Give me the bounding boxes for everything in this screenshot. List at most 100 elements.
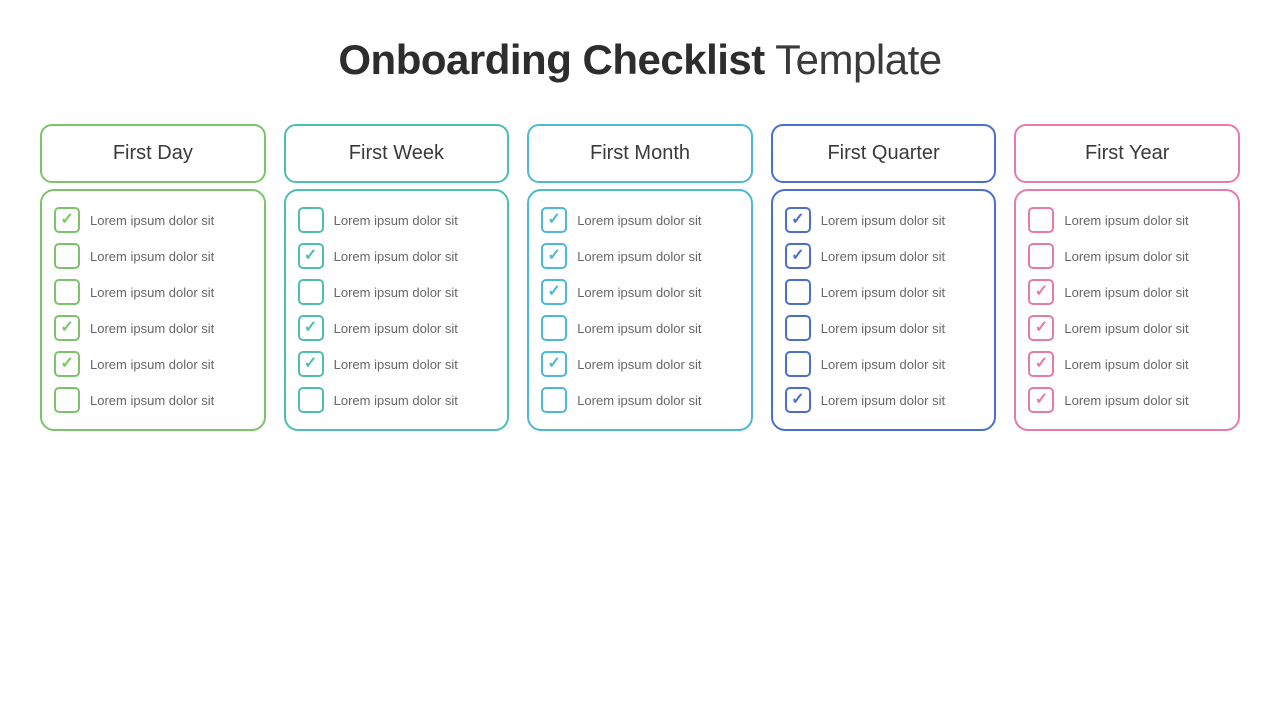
checkbox[interactable]: ✓ bbox=[54, 315, 80, 341]
item-text: Lorem ipsum dolor sit bbox=[1064, 321, 1188, 336]
header-first-day: First Day bbox=[40, 124, 266, 183]
checkbox[interactable]: ✓ bbox=[298, 387, 324, 413]
item-text: Lorem ipsum dolor sit bbox=[821, 321, 945, 336]
list-item[interactable]: ✓ Lorem ipsum dolor sit bbox=[785, 351, 983, 377]
item-text: Lorem ipsum dolor sit bbox=[821, 213, 945, 228]
checkbox[interactable]: ✓ bbox=[1028, 351, 1054, 377]
checkmark-icon: ✓ bbox=[304, 248, 317, 264]
checkbox[interactable]: ✓ bbox=[541, 279, 567, 305]
item-text: Lorem ipsum dolor sit bbox=[577, 249, 701, 264]
checkmark-icon: ✓ bbox=[1035, 284, 1048, 300]
checkbox[interactable]: ✓ bbox=[1028, 387, 1054, 413]
list-item[interactable]: ✓ Lorem ipsum dolor sit bbox=[785, 315, 983, 341]
list-item[interactable]: ✓ Lorem ipsum dolor sit bbox=[1028, 387, 1226, 413]
checkbox[interactable]: ✓ bbox=[1028, 279, 1054, 305]
checkbox[interactable]: ✓ bbox=[541, 351, 567, 377]
list-item[interactable]: ✓Lorem ipsum dolor sit bbox=[54, 243, 252, 269]
checkbox[interactable]: ✓ bbox=[1028, 207, 1054, 233]
checkbox[interactable]: ✓ bbox=[298, 207, 324, 233]
checkmark-icon: ✓ bbox=[791, 212, 804, 228]
item-text: Lorem ipsum dolor sit bbox=[334, 249, 458, 264]
checkbox[interactable]: ✓ bbox=[298, 279, 324, 305]
item-text: Lorem ipsum dolor sit bbox=[1064, 357, 1188, 372]
list-item[interactable]: ✓ Lorem ipsum dolor sit bbox=[541, 351, 739, 377]
item-text: Lorem ipsum dolor sit bbox=[334, 321, 458, 336]
checkbox[interactable]: ✓ bbox=[541, 243, 567, 269]
list-item[interactable]: ✓Lorem ipsum dolor sit bbox=[541, 315, 739, 341]
list-item[interactable]: ✓ Lorem ipsum dolor sit bbox=[541, 387, 739, 413]
checkbox[interactable]: ✓ bbox=[785, 351, 811, 377]
item-text: Lorem ipsum dolor sit bbox=[821, 393, 945, 408]
list-item[interactable]: ✓ Lorem ipsum dolor sit bbox=[1028, 279, 1226, 305]
list-item[interactable]: ✓ Lorem ipsum dolor sit bbox=[298, 387, 496, 413]
item-text: Lorem ipsum dolor sit bbox=[1064, 393, 1188, 408]
checkbox[interactable]: ✓ bbox=[785, 207, 811, 233]
checkbox[interactable]: ✓ bbox=[785, 387, 811, 413]
checkbox[interactable]: ✓ bbox=[54, 387, 80, 413]
checkbox[interactable]: ✓ bbox=[298, 351, 324, 377]
title-regular: Template bbox=[765, 36, 942, 83]
item-text: Lorem ipsum dolor sit bbox=[90, 321, 214, 336]
list-item[interactable]: ✓Lorem ipsum dolor sit bbox=[541, 207, 739, 233]
list-item[interactable]: ✓Lorem ipsum dolor sit bbox=[785, 279, 983, 305]
checkbox[interactable]: ✓ bbox=[785, 315, 811, 341]
checkbox[interactable]: ✓ bbox=[1028, 315, 1054, 341]
checkbox[interactable]: ✓ bbox=[785, 243, 811, 269]
item-text: Lorem ipsum dolor sit bbox=[577, 285, 701, 300]
list-item[interactable]: ✓ Lorem ipsum dolor sit bbox=[785, 387, 983, 413]
item-text: Lorem ipsum dolor sit bbox=[90, 357, 214, 372]
checkmark-icon: ✓ bbox=[304, 320, 317, 336]
list-item[interactable]: ✓ Lorem ipsum dolor sit bbox=[298, 243, 496, 269]
item-text: Lorem ipsum dolor sit bbox=[821, 357, 945, 372]
item-text: Lorem ipsum dolor sit bbox=[1064, 285, 1188, 300]
list-item[interactable]: ✓ Lorem ipsum dolor sit bbox=[541, 279, 739, 305]
list-item[interactable]: ✓Lorem ipsum dolor sit bbox=[298, 351, 496, 377]
checkbox[interactable]: ✓ bbox=[54, 279, 80, 305]
column-first-week: First Week✓Lorem ipsum dolor sit✓Lorem i… bbox=[284, 124, 510, 431]
checkbox[interactable]: ✓ bbox=[298, 243, 324, 269]
list-item[interactable]: ✓ Lorem ipsum dolor sit bbox=[541, 243, 739, 269]
checkbox[interactable]: ✓ bbox=[785, 279, 811, 305]
item-text: Lorem ipsum dolor sit bbox=[1064, 249, 1188, 264]
item-text: Lorem ipsum dolor sit bbox=[334, 393, 458, 408]
checkbox[interactable]: ✓ bbox=[541, 207, 567, 233]
list-item[interactable]: ✓ Lorem ipsum dolor sit bbox=[54, 351, 252, 377]
checkbox[interactable]: ✓ bbox=[541, 387, 567, 413]
item-text: Lorem ipsum dolor sit bbox=[821, 249, 945, 264]
list-item[interactable]: ✓ Lorem ipsum dolor sit bbox=[1028, 315, 1226, 341]
list-item[interactable]: ✓ Lorem ipsum dolor sit bbox=[54, 279, 252, 305]
body-first-quarter: ✓ Lorem ipsum dolor sit ✓ Lorem ipsum dolor… bbox=[771, 189, 997, 431]
body-first-day: ✓ Lorem ipsum dolor sit ✓ Lorem ipsum dolor… bbox=[40, 189, 266, 431]
item-text: Lorem ipsum dolor sit bbox=[90, 285, 214, 300]
checkbox[interactable]: ✓ bbox=[541, 315, 567, 341]
checkmark-icon: ✓ bbox=[548, 284, 561, 300]
list-item[interactable]: ✓Lorem ipsum dolor sit bbox=[298, 279, 496, 305]
item-text: Lorem ipsum dolor sit bbox=[577, 357, 701, 372]
checkmark-icon: ✓ bbox=[60, 356, 73, 372]
list-item[interactable]: ✓Lorem ipsum dolor sit bbox=[298, 207, 496, 233]
header-first-month: First Month bbox=[527, 124, 753, 183]
item-text: Lorem ipsum dolor sit bbox=[1064, 213, 1188, 228]
column-first-year: First Year✓Lorem ipsum dolor sit✓Lorem i… bbox=[1014, 124, 1240, 431]
checkbox[interactable]: ✓ bbox=[1028, 243, 1054, 269]
body-first-week: ✓ Lorem ipsum dolor sit ✓ Lorem ipsum dolor… bbox=[284, 189, 510, 431]
list-item[interactable]: ✓ Lorem ipsum dolor sit bbox=[785, 243, 983, 269]
columns-container: First Day✓Lorem ipsum dolor sit✓Lorem ip… bbox=[40, 124, 1240, 431]
list-item[interactable]: ✓ Lorem ipsum dolor sit bbox=[1028, 243, 1226, 269]
checkbox[interactable]: ✓ bbox=[298, 315, 324, 341]
list-item[interactable]: ✓ Lorem ipsum dolor sit bbox=[1028, 351, 1226, 377]
checkbox[interactable]: ✓ bbox=[54, 351, 80, 377]
list-item[interactable]: ✓Lorem ipsum dolor sit bbox=[54, 387, 252, 413]
checkbox[interactable]: ✓ bbox=[54, 243, 80, 269]
list-item[interactable]: ✓ Lorem ipsum dolor sit bbox=[54, 315, 252, 341]
list-item[interactable]: ✓ Lorem ipsum dolor sit bbox=[298, 315, 496, 341]
list-item[interactable]: ✓ Lorem ipsum dolor sit bbox=[785, 207, 983, 233]
column-first-day: First Day✓Lorem ipsum dolor sit✓Lorem ip… bbox=[40, 124, 266, 431]
list-item[interactable]: ✓ Lorem ipsum dolor sit bbox=[1028, 207, 1226, 233]
list-item[interactable]: ✓Lorem ipsum dolor sit bbox=[54, 207, 252, 233]
item-text: Lorem ipsum dolor sit bbox=[577, 393, 701, 408]
column-first-quarter: First Quarter✓Lorem ipsum dolor sit✓Lore… bbox=[771, 124, 997, 431]
checkmark-icon: ✓ bbox=[548, 356, 561, 372]
checkbox[interactable]: ✓ bbox=[54, 207, 80, 233]
checkmark-icon: ✓ bbox=[1035, 320, 1048, 336]
